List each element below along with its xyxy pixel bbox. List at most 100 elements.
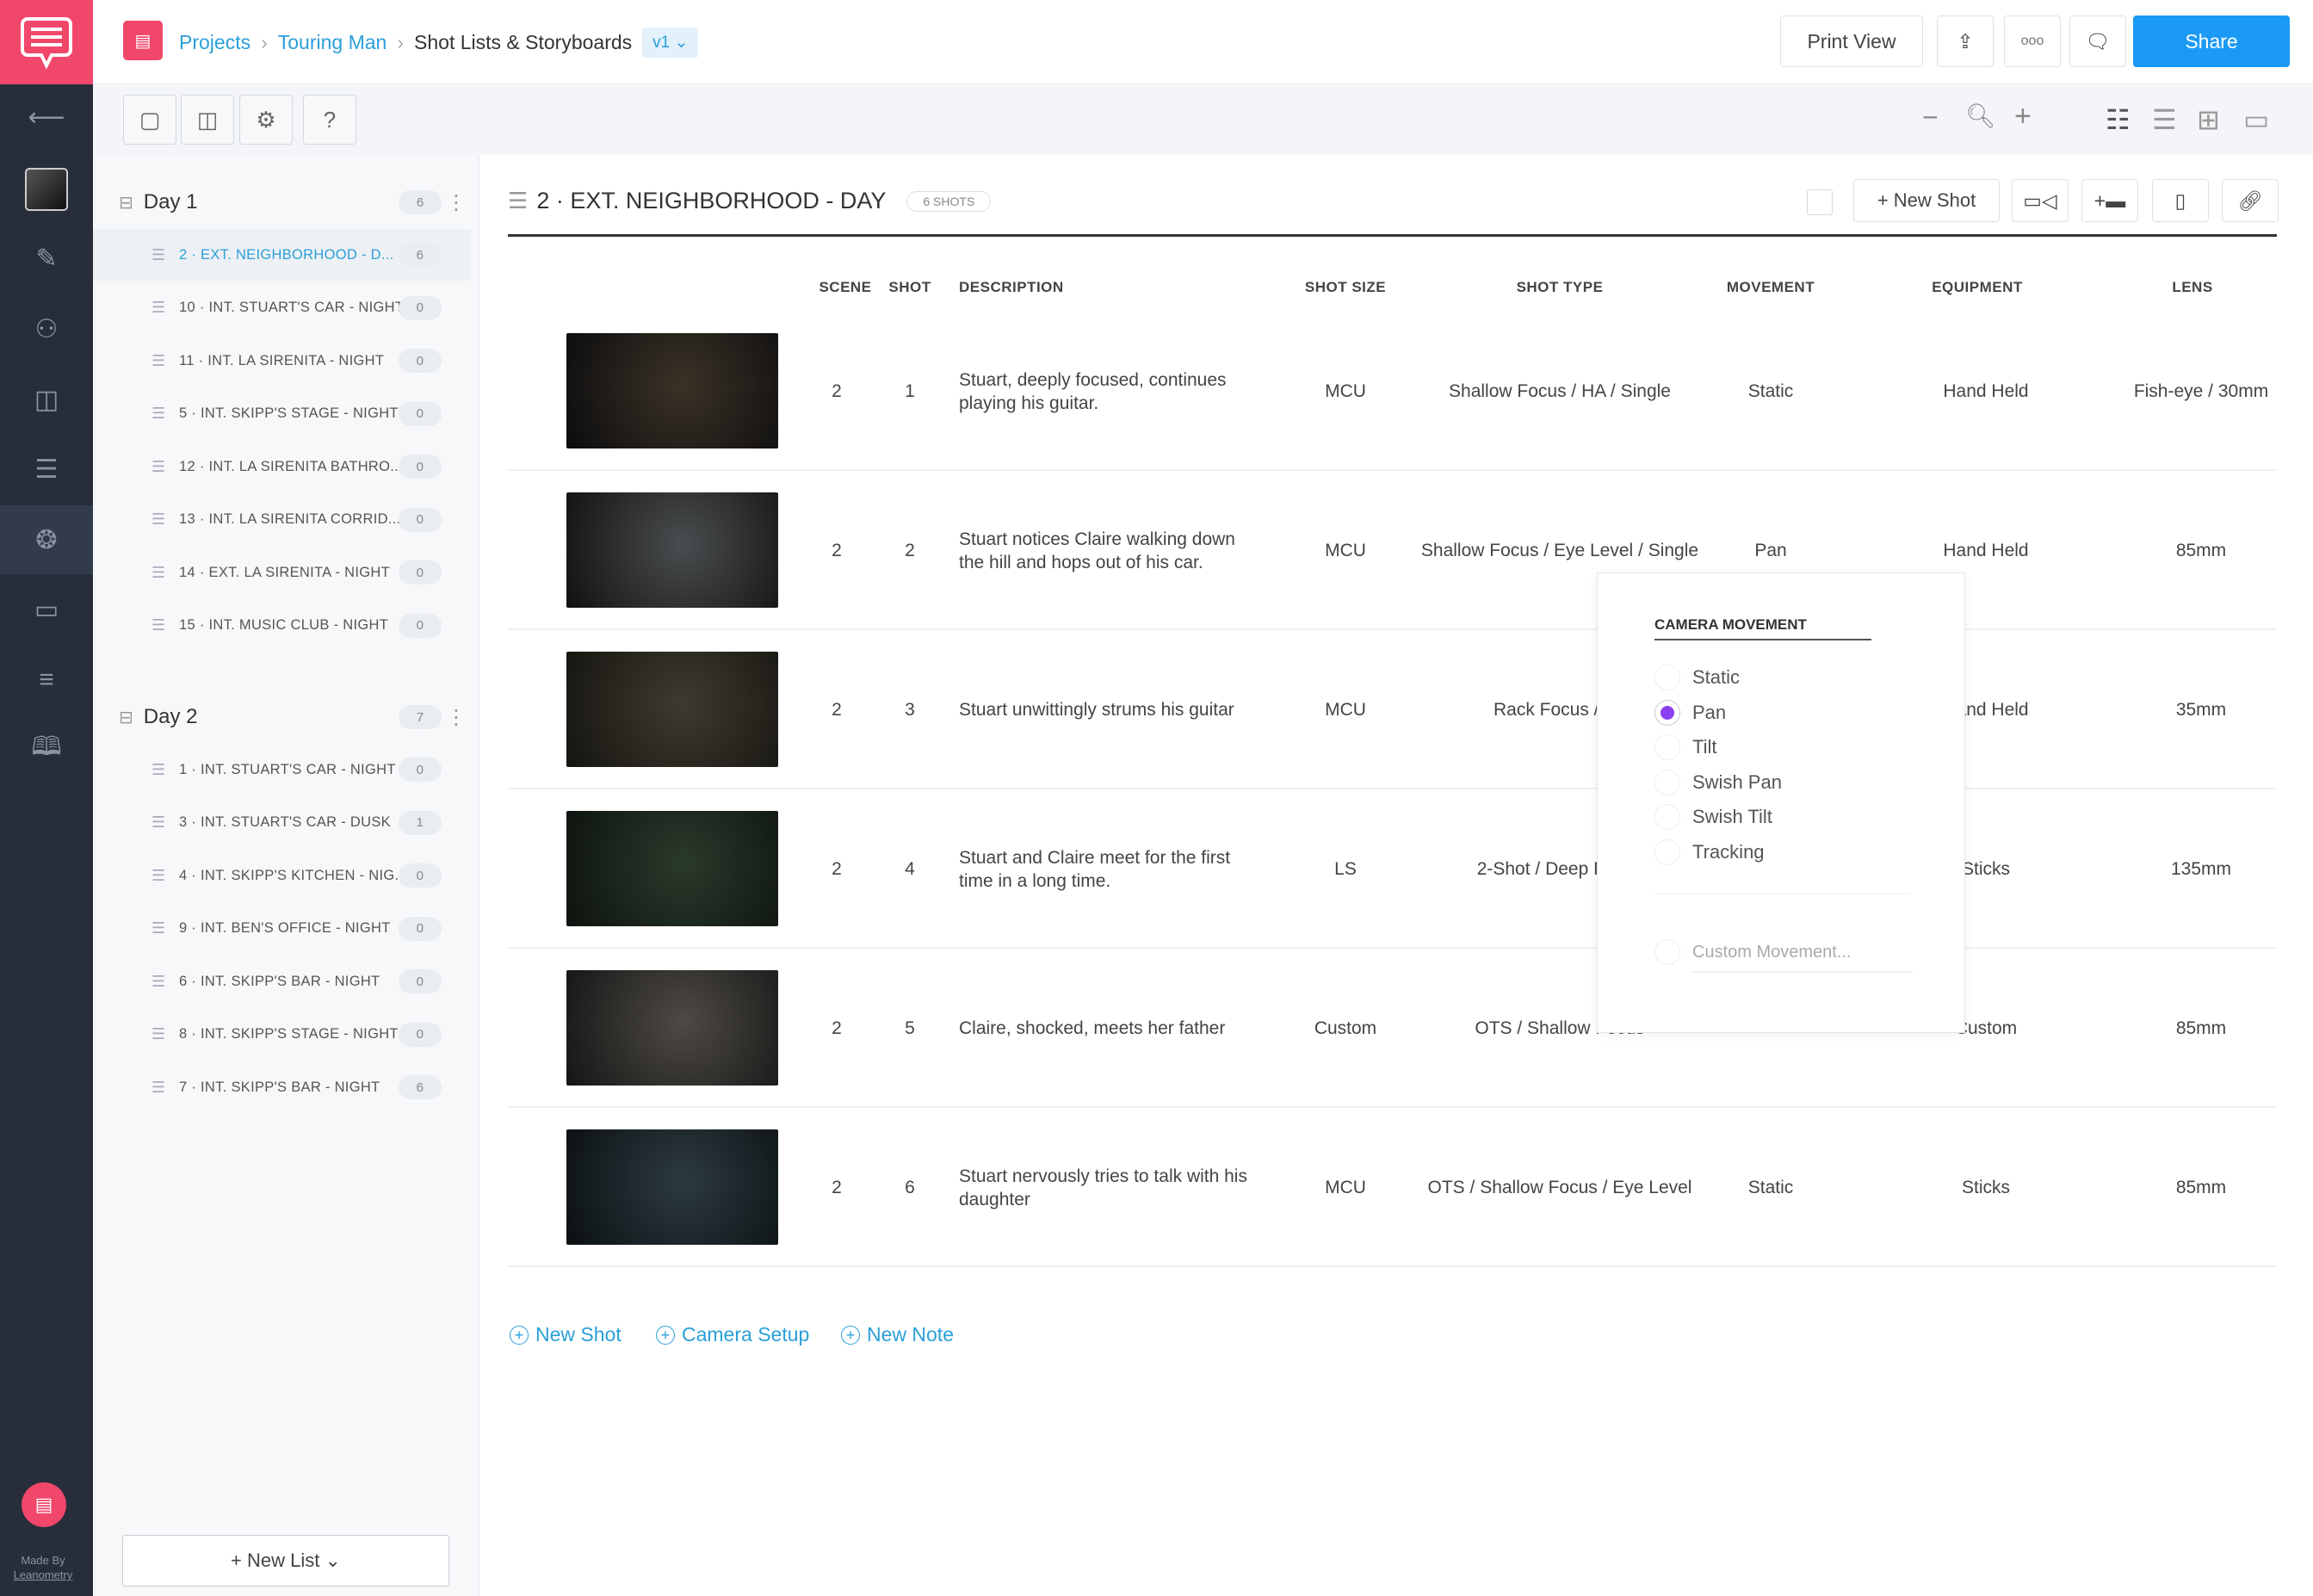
list-icon[interactable]: ☰ <box>0 435 93 504</box>
cell-equipment[interactable]: Hand Held <box>1891 312 2081 471</box>
cell-scene[interactable]: 2 <box>807 630 867 789</box>
cell-description[interactable]: Stuart notices Claire walking down the h… <box>959 471 1260 630</box>
column-header[interactable]: SHOT SIZE <box>1285 279 1406 296</box>
column-header[interactable]: SHOT TYPE <box>1409 279 1710 296</box>
rows-view-icon[interactable]: ☰ <box>2152 103 2177 136</box>
cell-shot[interactable]: 5 <box>880 949 940 1108</box>
shot-row[interactable]: 2 4 Stuart and Claire meet for the first t… <box>508 789 2277 949</box>
zoom-in-icon[interactable]: + <box>2014 100 2032 133</box>
cell-lens[interactable]: 35mm <box>2098 630 2304 789</box>
share-button[interactable]: Share <box>2133 15 2290 67</box>
cell-scene[interactable]: 2 <box>807 312 867 471</box>
add-camera-setup-link[interactable]: + Camera Setup <box>656 1323 809 1346</box>
sidebar-scene-item[interactable]: ☰ 1 · INT. STUART'S CAR - NIGHT 0 <box>93 744 471 795</box>
help-icon[interactable]: ? <box>303 95 356 145</box>
movement-option[interactable]: Swish Tilt <box>1654 801 1772 832</box>
radio-button[interactable] <box>1654 939 1680 965</box>
shot-thumbnail[interactable] <box>566 492 778 608</box>
radio-button[interactable] <box>1654 734 1680 760</box>
aperture-icon[interactable]: ❂ <box>0 505 93 574</box>
column-header[interactable]: SHOT <box>880 279 940 296</box>
more-options-icon[interactable]: ooo <box>2004 15 2061 67</box>
book-info-icon[interactable]: 🕮 <box>0 714 93 783</box>
cell-size[interactable]: MCU <box>1285 630 1406 789</box>
new-list-button[interactable]: + New List ⌄ <box>122 1535 449 1587</box>
cell-size[interactable]: LS <box>1285 789 1406 949</box>
cell-size[interactable]: MCU <box>1285 471 1406 630</box>
add-strip-icon[interactable]: +▬ <box>2081 179 2138 222</box>
sidebar-scene-item[interactable]: ☰ 13 · INT. LA SIRENITA CORRID... 0 <box>93 494 471 546</box>
sidebar-scene-item[interactable]: ☰ 5 · INT. SKIPP'S STAGE - NIGHT 0 <box>93 388 471 440</box>
shot-row[interactable]: 2 2 Stuart notices Claire walking down the… <box>508 471 2277 630</box>
cell-equipment[interactable]: Sticks <box>1891 1108 2081 1267</box>
column-header[interactable]: EQUIPMENT <box>1883 279 2072 296</box>
cell-movement[interactable]: Static <box>1710 312 1831 471</box>
made-by[interactable]: Made By Leanometry <box>0 1553 86 1582</box>
custom-movement-input[interactable]: Custom Movement... <box>1692 943 1913 973</box>
select-all-checkbox[interactable] <box>1807 189 1833 215</box>
cell-movement[interactable]: Static <box>1710 1108 1831 1267</box>
pencil-icon[interactable]: ✎ <box>0 224 93 293</box>
radio-button[interactable] <box>1654 838 1680 865</box>
add-new-shot-link[interactable]: + New Shot <box>510 1323 622 1346</box>
sidebar-scene-item[interactable]: ☰ 3 · INT. STUART'S CAR - DUSK 1 <box>93 797 471 849</box>
sidebar-scene-item[interactable]: ☰ 2 · EXT. NEIGHBORHOOD - D... 6 <box>93 229 471 281</box>
cell-shot[interactable]: 3 <box>880 630 940 789</box>
cell-description[interactable]: Claire, shocked, meets her father <box>959 949 1260 1108</box>
cell-scene[interactable]: 2 <box>807 1108 867 1267</box>
column-header[interactable]: SCENE <box>815 279 875 296</box>
cell-description[interactable]: Stuart nervously tries to talk with his … <box>959 1108 1260 1267</box>
sidebar-scene-item[interactable]: ☰ 15 · INT. MUSIC CLUB - NIGHT 0 <box>93 600 471 652</box>
comments-icon[interactable]: 🗨 <box>2069 15 2126 67</box>
note-card-icon[interactable]: ▯ <box>2152 179 2209 222</box>
calendar-icon[interactable]: ▭ <box>0 575 93 644</box>
column-header[interactable]: DESCRIPTION <box>959 279 1131 296</box>
breadcrumb-project[interactable]: Touring Man <box>278 31 387 54</box>
movement-option[interactable]: Pan <box>1654 697 1726 728</box>
sidebar-scene-item[interactable]: ☰ 4 · INT. SKIPP'S KITCHEN - NIG... 0 <box>93 850 471 901</box>
shot-thumbnail[interactable] <box>566 333 778 448</box>
cell-shot[interactable]: 4 <box>880 789 940 949</box>
cell-shot[interactable]: 1 <box>880 312 940 471</box>
shot-row[interactable]: 2 6 Stuart nervously tries to talk with hi… <box>508 1108 2277 1267</box>
radio-button[interactable] <box>1654 665 1680 690</box>
sidebar-scene-item[interactable]: ☰ 14 · EXT. LA SIRENITA - NIGHT 0 <box>93 547 471 598</box>
sidebar-scene-item[interactable]: ☰ 6 · INT. SKIPP'S BAR - NIGHT 0 <box>93 956 471 1007</box>
more-vertical-icon[interactable]: ⋮ <box>446 705 467 730</box>
cell-type[interactable]: OTS / Shallow Focus / Eye Level <box>1409 1108 1710 1267</box>
shot-thumbnail[interactable] <box>566 652 778 767</box>
cell-size[interactable]: Custom <box>1285 949 1406 1108</box>
chat-support-icon[interactable]: ▤ <box>22 1482 66 1527</box>
radio-button[interactable] <box>1654 769 1680 795</box>
cell-type[interactable]: Shallow Focus / HA / Single <box>1409 312 1710 471</box>
zoom-reset-icon[interactable]: 🔍︎ <box>1965 102 1996 130</box>
day-group-header[interactable]: ⊟ Day 1 6 ⋮ <box>119 181 467 224</box>
panel-layout-icon[interactable]: ◫ <box>181 95 234 145</box>
cell-shot[interactable]: 2 <box>880 471 940 630</box>
cell-lens[interactable]: 85mm <box>2098 1108 2304 1267</box>
shot-thumbnail[interactable] <box>566 970 778 1086</box>
sidebar-scene-item[interactable]: ☰ 12 · INT. LA SIRENITA BATHRO... 0 <box>93 441 471 492</box>
shot-row[interactable]: 2 5 Claire, shocked, meets her father Custo… <box>508 949 2277 1108</box>
cell-size[interactable]: MCU <box>1285 312 1406 471</box>
sidebar-scene-item[interactable]: ☰ 7 · INT. SKIPP'S BAR - NIGHT 6 <box>93 1061 471 1113</box>
movement-option[interactable]: Tracking <box>1654 837 1765 868</box>
cell-description[interactable]: Stuart, deeply focused, continues playin… <box>959 312 1260 471</box>
movement-option[interactable]: Static <box>1654 662 1740 693</box>
sidebar-scene-item[interactable]: ☰ 10 · INT. STUART'S CAR - NIGHT 0 <box>93 282 471 334</box>
version-dropdown[interactable]: v1 ⌄ <box>642 28 699 58</box>
company-link[interactable]: Leanometry <box>0 1568 86 1582</box>
cell-lens[interactable]: Fish-eye / 30mm <box>2098 312 2304 471</box>
back-arrow-icon[interactable]: ⟵ <box>0 83 93 152</box>
cell-scene[interactable]: 2 <box>807 471 867 630</box>
storyboard-icon[interactable]: ◫ <box>0 365 93 434</box>
sidebar-scene-item[interactable]: ☰ 8 · INT. SKIPP'S STAGE - NIGHT 0 <box>93 1009 471 1061</box>
zoom-out-icon[interactable]: − <box>1922 102 1939 133</box>
link-icon[interactable]: 🔗︎ <box>2222 179 2279 222</box>
shot-row[interactable]: 2 1 Stuart, deeply focused, continues play… <box>508 312 2277 471</box>
day-group-header[interactable]: ⊟ Day 2 7 ⋮ <box>119 696 467 739</box>
cell-lens[interactable]: 85mm <box>2098 471 2304 630</box>
presentation-view-icon[interactable]: ▭ <box>2243 103 2269 136</box>
list-view-icon[interactable]: ☷ <box>2106 103 2131 136</box>
print-view-button[interactable]: Print View <box>1780 15 1923 67</box>
